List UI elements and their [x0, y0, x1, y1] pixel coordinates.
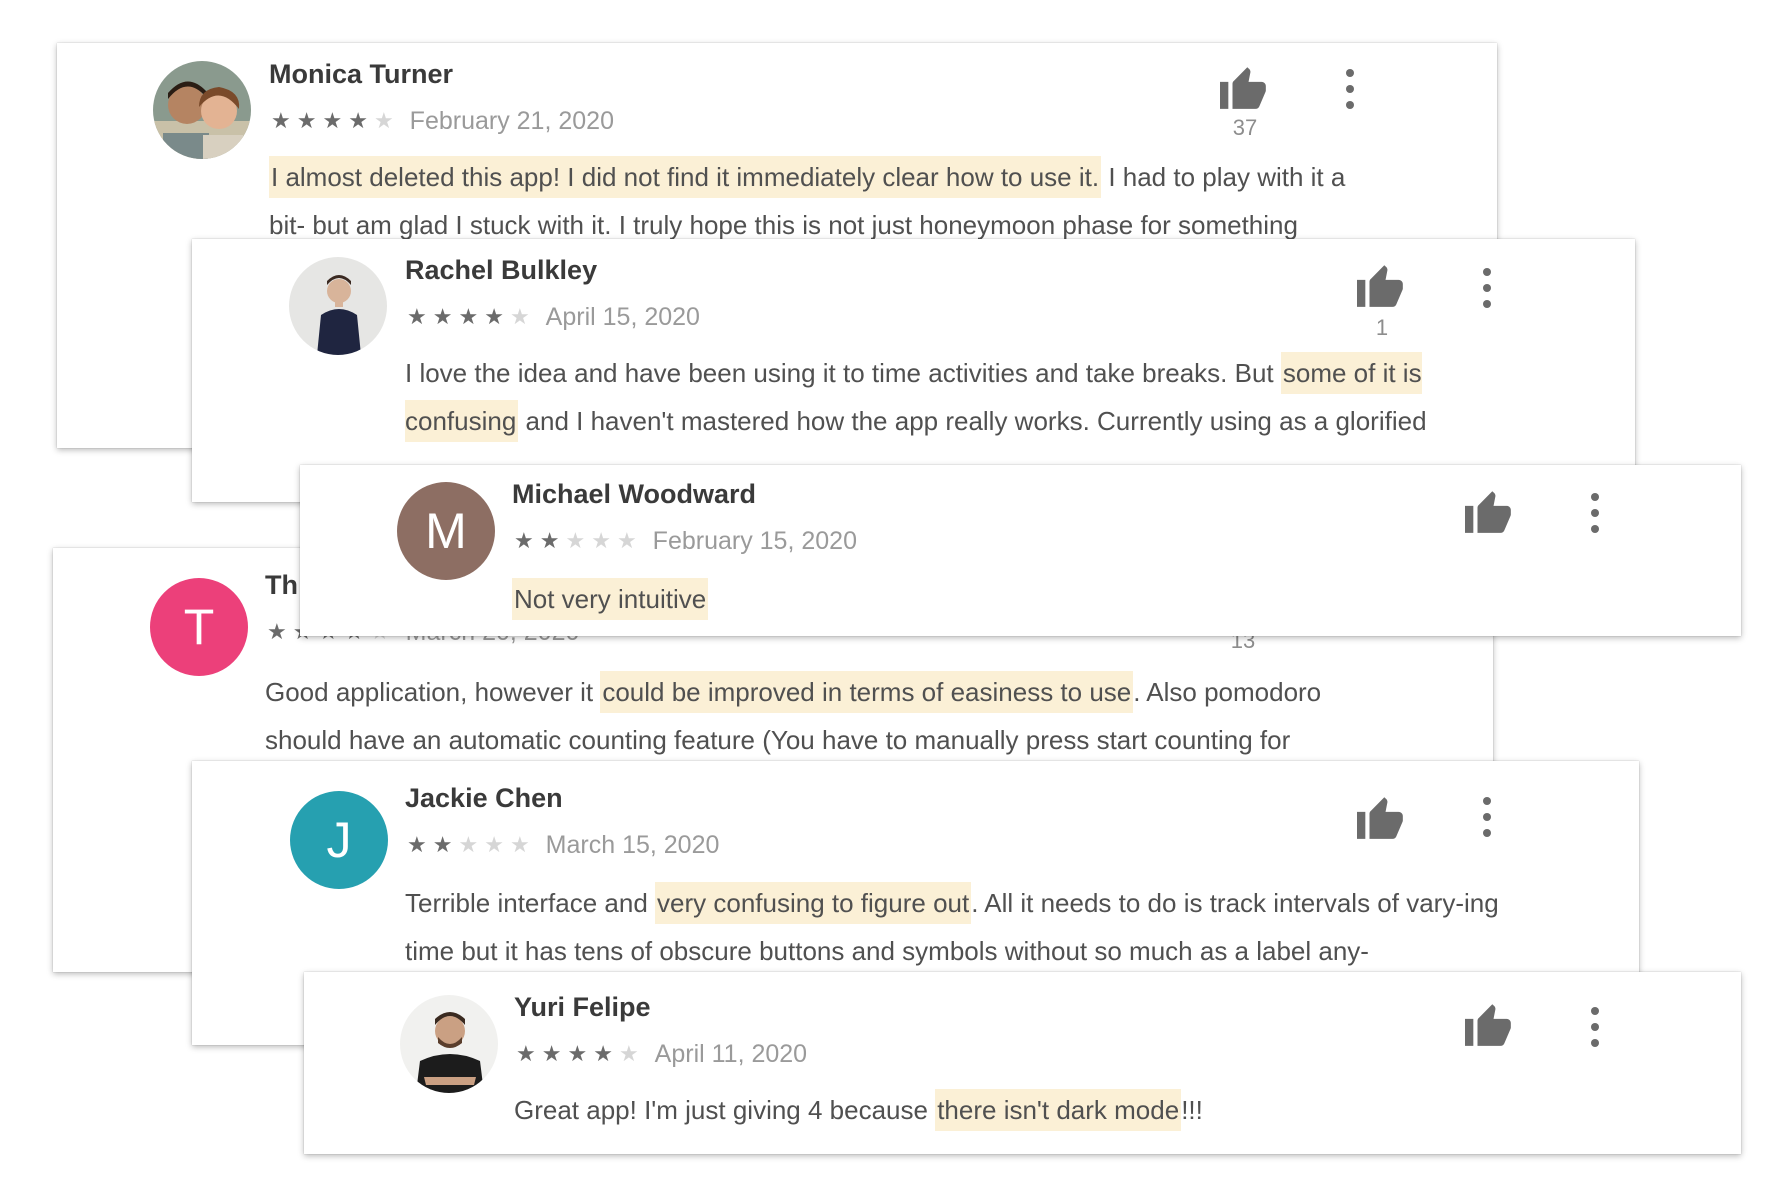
text-segment: !!!	[1181, 1095, 1203, 1125]
star-icon: ★	[484, 832, 504, 857]
highlighted-phrase: I almost deleted this app! I did not fin…	[269, 156, 1102, 198]
star-rating: ★★★★★	[407, 306, 536, 329]
review-text: Great app! I'm just giving 4 because the…	[514, 1086, 1632, 1134]
more-vertical-icon[interactable]	[1585, 1007, 1605, 1047]
avatar-initial: M	[425, 503, 467, 559]
star-icon: ★	[591, 528, 611, 553]
reviewer-name: Rachel Bulkley	[405, 255, 598, 285]
review-text: Good application, however it could be im…	[265, 668, 1383, 764]
avatar-photo	[289, 257, 387, 355]
star-icon: ★	[484, 304, 504, 329]
thumb-up-icon[interactable]	[1465, 1000, 1515, 1046]
star-icon: ★	[407, 304, 427, 329]
reviewer-name: Th	[265, 570, 298, 600]
rating-row: ★ ★ ★ ★ ★ April 15, 2020	[407, 303, 700, 332]
reviewer-name: Yuri Felipe	[514, 992, 651, 1022]
avatar: J	[290, 791, 388, 889]
review-text: I almost deleted this app! I did not fin…	[269, 153, 1387, 249]
review-date: April 15, 2020	[545, 303, 700, 331]
more-vertical-icon[interactable]	[1340, 69, 1360, 109]
star-icon: ★	[373, 108, 394, 133]
rating-row: ★ ★ ★ ★ ★ March 15, 2020	[407, 831, 719, 860]
review-date: February 15, 2020	[652, 527, 857, 555]
avatar	[153, 61, 251, 159]
thumb-up-icon[interactable]	[1465, 487, 1515, 533]
star-rating: ★★★★★	[516, 1043, 645, 1066]
star-icon: ★	[458, 832, 479, 857]
helpful-count: 1	[1375, 315, 1389, 340]
star-icon: ★	[267, 619, 287, 644]
star-icon: ★	[516, 1041, 536, 1066]
rating-row: ★ ★ ★ ★ ★ February 21, 2020	[271, 107, 614, 136]
star-icon: ★	[458, 304, 479, 329]
avatar	[289, 257, 387, 355]
star-icon: ★	[539, 528, 560, 553]
helpful-count: 37	[1232, 115, 1258, 140]
review-text: Terrible interface and very confusing to…	[405, 879, 1535, 975]
star-icon: ★	[514, 528, 534, 553]
thumb-up-icon[interactable]	[1357, 261, 1407, 307]
star-icon: ★	[432, 304, 453, 329]
avatar-photo	[400, 995, 498, 1093]
review-text: Not very intuitive	[512, 575, 1630, 623]
review-card-yuri-felipe: Yuri Felipe ★ ★ ★ ★ ★ April 11, 2020 Great a…	[304, 972, 1741, 1154]
text-segment: and I haven't mastered how the app reall…	[518, 406, 1427, 436]
star-rating: ★★★★★	[407, 834, 536, 857]
rating-row: ★ ★ ★ ★ ★ April 11, 2020	[516, 1040, 807, 1069]
star-rating: ★★★★★	[514, 530, 643, 553]
more-vertical-icon[interactable]	[1477, 268, 1497, 308]
star-icon: ★	[509, 304, 530, 329]
review-card-rachel-bulkley: Rachel Bulkley ★ ★ ★ ★ ★ April 15, 2020 1 I …	[192, 239, 1635, 502]
star-icon: ★	[618, 1041, 639, 1066]
highlighted-phrase: very confusing to figure out	[655, 882, 972, 924]
thumb-up-icon[interactable]	[1357, 793, 1407, 839]
star-icon: ★	[616, 528, 637, 553]
star-icon: ★	[296, 108, 317, 133]
avatar: T	[150, 578, 248, 676]
star-icon: ★	[348, 108, 368, 133]
star-rating: ★★★★★	[271, 110, 400, 133]
avatar: M	[397, 482, 495, 580]
more-vertical-icon[interactable]	[1477, 797, 1497, 837]
review-card-michael-woodward: M Michael Woodward ★ ★ ★ ★ ★ February 15, 20…	[300, 465, 1741, 636]
thumb-up-icon[interactable]	[1220, 63, 1270, 109]
rating-row: ★ ★ ★ ★ ★ February 15, 2020	[514, 527, 857, 556]
avatar-initial: J	[326, 812, 352, 868]
text-segment: Great app! I'm just giving 4 because	[514, 1095, 936, 1125]
star-icon: ★	[322, 108, 343, 133]
avatar-initial: T	[183, 599, 215, 655]
review-date: April 11, 2020	[654, 1040, 808, 1068]
review-date: March 15, 2020	[545, 831, 720, 859]
review-date: February 21, 2020	[409, 107, 614, 135]
star-icon: ★	[565, 528, 586, 553]
reviewer-name: Jackie Chen	[405, 783, 563, 813]
avatar-photo	[153, 61, 251, 159]
highlighted-phrase: Not very intuitive	[512, 578, 709, 620]
reviewer-name: Monica Turner	[269, 59, 454, 89]
text-segment: Terrible interface and	[405, 888, 656, 918]
more-vertical-icon[interactable]	[1585, 493, 1605, 533]
star-icon: ★	[407, 832, 427, 857]
text-segment: Good application, however it	[265, 677, 601, 707]
star-icon: ★	[509, 832, 530, 857]
star-icon: ★	[567, 1041, 588, 1066]
text-segment: I love the idea and have been using it t…	[405, 358, 1281, 388]
star-icon: ★	[271, 108, 291, 133]
star-icon: ★	[541, 1041, 562, 1066]
review-text: I love the idea and have been using it t…	[405, 349, 1515, 445]
reviewer-name: Michael Woodward	[512, 479, 757, 509]
highlighted-phrase: could be improved in terms of easiness t…	[600, 671, 1134, 713]
star-icon: ★	[432, 832, 453, 857]
avatar	[400, 995, 498, 1093]
star-icon: ★	[593, 1041, 613, 1066]
highlighted-phrase: there isn't dark mode	[935, 1089, 1182, 1131]
